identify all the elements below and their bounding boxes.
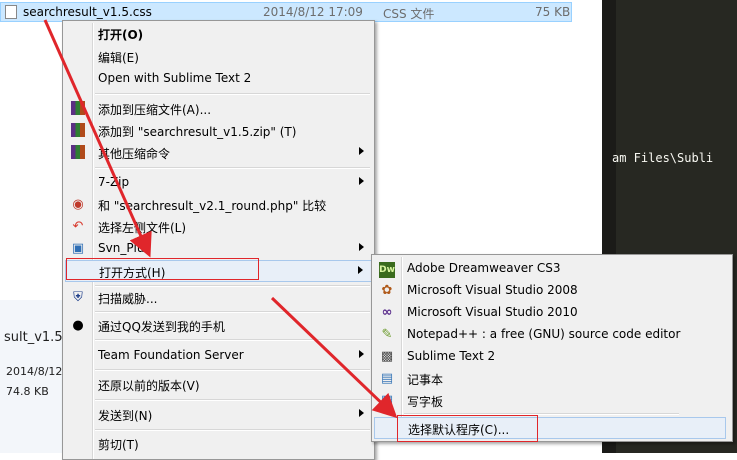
- annotation-arrow: [43, 19, 152, 258]
- annotation-arrows: [43, 19, 398, 419]
- annotation-arrow: [270, 296, 398, 419]
